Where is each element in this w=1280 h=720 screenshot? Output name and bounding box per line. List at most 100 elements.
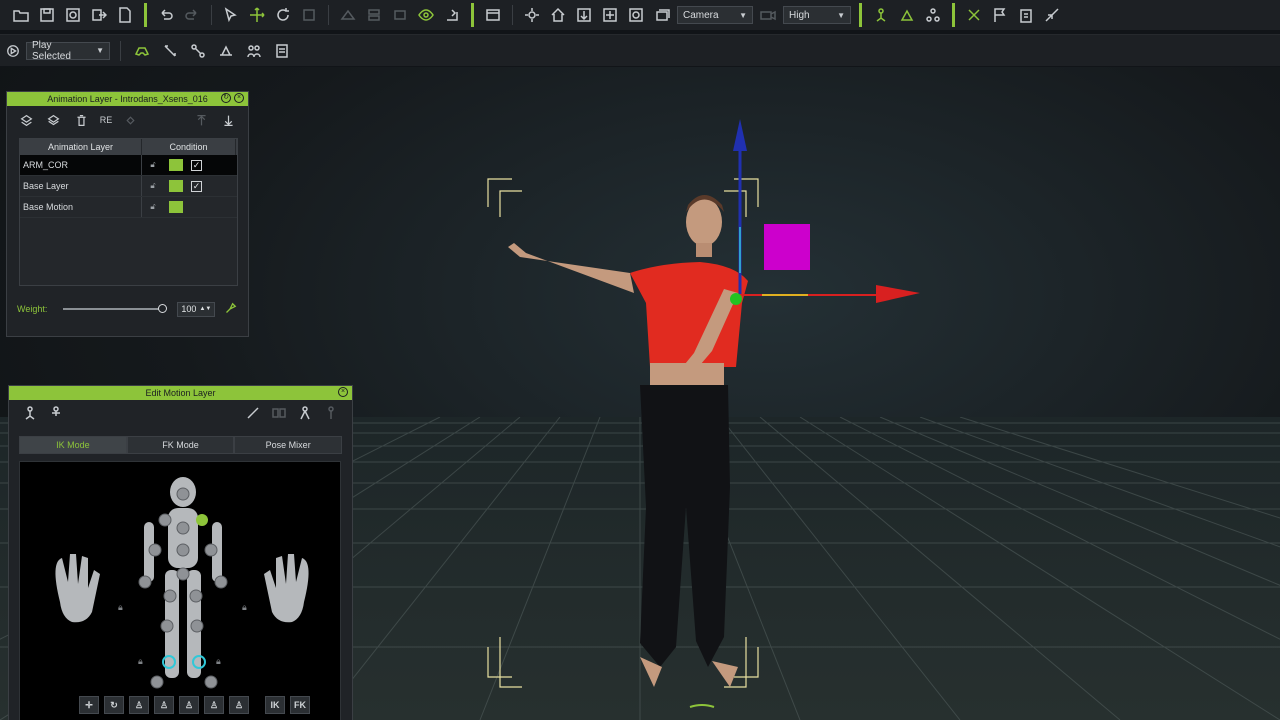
camera-view-icon[interactable] (625, 4, 647, 26)
flag-icon[interactable] (989, 4, 1011, 26)
layer-tools: RE (7, 106, 248, 134)
scale-icon[interactable] (298, 4, 320, 26)
refresh-icon[interactable]: ↻ (221, 93, 231, 103)
weight-slider[interactable] (63, 304, 168, 313)
pivot-point[interactable] (730, 293, 742, 305)
pose-5-icon[interactable]: ♙ (229, 696, 249, 714)
curve-icon[interactable] (1041, 4, 1063, 26)
body-map[interactable]: 🔒︎ 🔒︎ 🔒︎ 🔒︎ (19, 461, 341, 720)
reach-icon[interactable] (215, 40, 237, 62)
weight-input[interactable]: 100 ▲▼ (177, 301, 216, 317)
pose-1-icon[interactable]: ♙ (129, 696, 149, 714)
pivot-icon[interactable] (441, 4, 463, 26)
move-up-icon[interactable] (191, 109, 210, 131)
gamepad-icon[interactable] (131, 40, 153, 62)
move-tool-icon[interactable]: ✛ (79, 696, 99, 714)
fk-button[interactable]: FK (290, 696, 310, 714)
lock-icon[interactable]: 🔓︎ (142, 181, 164, 191)
viewport-icon[interactable] (482, 4, 504, 26)
stack-layer-icon[interactable] (44, 109, 63, 131)
fit-icon[interactable] (573, 4, 595, 26)
layer-color-swatch[interactable] (169, 159, 183, 171)
character-figure[interactable] (508, 195, 748, 687)
table-row[interactable]: Base Layer 🔓︎ ✓ (20, 176, 237, 197)
save-icon[interactable] (36, 4, 58, 26)
export-icon[interactable] (88, 4, 110, 26)
add-layer-icon[interactable] (17, 109, 36, 131)
bone-icon[interactable] (159, 40, 181, 62)
mode-tabs: IK Mode FK Mode Pose Mixer (19, 436, 343, 454)
panel-title: Animation Layer - Introdans_Xsens_016 ↻ … (7, 92, 248, 106)
reach-target-icon[interactable] (294, 402, 316, 424)
layer-color-swatch[interactable] (169, 180, 183, 192)
lock-icon[interactable]: 🔓︎ (142, 160, 164, 170)
3d-viewport[interactable]: Animation Layer - Introdans_Xsens_016 ↻ … (0, 67, 1280, 720)
home-icon[interactable] (547, 4, 569, 26)
layer-enable-checkbox[interactable]: ✓ (191, 159, 202, 171)
open-icon[interactable] (10, 4, 32, 26)
align-icon[interactable] (363, 4, 385, 26)
camera-select[interactable]: Camera ▼ (677, 6, 753, 24)
motion-icon[interactable] (963, 4, 985, 26)
import-icon[interactable] (62, 4, 84, 26)
visibility-icon[interactable] (415, 4, 437, 26)
lock-icon[interactable]: 🔓︎ (142, 202, 164, 212)
layer-color-swatch[interactable] (169, 201, 183, 213)
camera-icon[interactable] (757, 4, 779, 26)
redo-icon[interactable] (181, 4, 203, 26)
move-icon[interactable] (246, 4, 268, 26)
tab-fk-mode[interactable]: FK Mode (126, 436, 235, 454)
clipboard-icon[interactable] (1015, 4, 1037, 26)
ik-button[interactable]: IK (265, 696, 285, 714)
move-down-icon[interactable] (219, 109, 238, 131)
table-row[interactable]: ARM_COR 🔓︎ ✓ (20, 155, 237, 176)
pose-3-icon[interactable]: ♙ (179, 696, 199, 714)
svg-text:🔒︎: 🔒︎ (138, 657, 143, 667)
weight-label: Weight: (17, 304, 48, 314)
rotate-icon[interactable] (272, 4, 294, 26)
merge-icon[interactable] (121, 109, 140, 131)
slider-handle[interactable] (158, 304, 168, 313)
actors-icon[interactable] (243, 40, 265, 62)
rotate-tool-icon[interactable]: ↻ (104, 696, 124, 714)
select-body-icon[interactable] (19, 402, 41, 424)
pose-icon[interactable] (896, 4, 918, 26)
table-row[interactable]: Base Motion 🔓︎ (20, 197, 237, 218)
script-icon[interactable] (271, 40, 293, 62)
group-icon[interactable] (389, 4, 411, 26)
bone-tool-icon[interactable] (242, 402, 264, 424)
play-icon[interactable] (6, 40, 20, 62)
undo-icon[interactable] (155, 4, 177, 26)
select-icon[interactable] (220, 4, 242, 26)
tab-ik-mode[interactable]: IK Mode (19, 436, 127, 454)
node-icon[interactable] (187, 40, 209, 62)
tab-pose-mixer[interactable]: Pose Mixer (234, 436, 343, 454)
quality-select[interactable]: High ▼ (783, 6, 851, 24)
frame-icon[interactable] (599, 4, 621, 26)
select-limb-icon[interactable] (45, 402, 67, 424)
hierarchy-icon[interactable] (922, 4, 944, 26)
bottom-tools: ✛ ↻ ♙ ♙ ♙ ♙ ♙ IK FK (79, 696, 310, 714)
ik-icon[interactable] (870, 4, 892, 26)
link-icon[interactable] (337, 4, 359, 26)
table-header: Animation Layer Condition (20, 139, 237, 155)
pin-icon[interactable] (223, 298, 237, 320)
delete-icon[interactable] (72, 109, 91, 131)
plane-handle[interactable] (764, 224, 810, 270)
pose-2-icon[interactable]: ♙ (154, 696, 174, 714)
light-icon[interactable] (521, 4, 543, 26)
selected-effector[interactable] (196, 514, 208, 526)
pose-4-icon[interactable]: ♙ (204, 696, 224, 714)
layers-icon[interactable] (651, 4, 673, 26)
toolbar-separator (859, 3, 862, 27)
reset-pose-icon[interactable] (320, 402, 342, 424)
layer-enable-checkbox[interactable]: ✓ (191, 180, 202, 192)
close-icon[interactable]: × (234, 93, 244, 103)
toolbar-separator (952, 3, 955, 27)
document-icon[interactable] (114, 4, 136, 26)
transform-gizmo[interactable] (730, 119, 920, 305)
rename-icon[interactable]: RE (99, 109, 113, 131)
close-icon[interactable]: × (338, 387, 348, 397)
play-mode-select[interactable]: Play Selected ▼ (26, 40, 110, 62)
mirror-icon[interactable] (268, 402, 290, 424)
